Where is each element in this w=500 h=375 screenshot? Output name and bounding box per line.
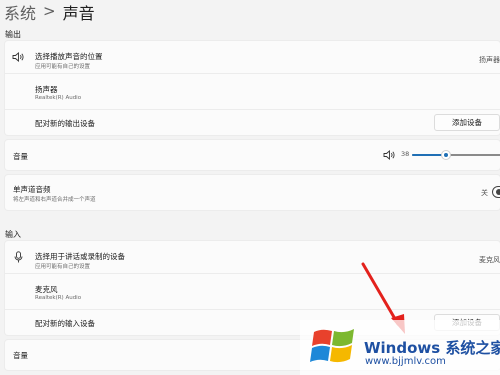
input-selector-title: 选择用于讲话或录制的设备 bbox=[35, 252, 125, 261]
input-section-label: 输入 bbox=[5, 230, 21, 239]
input-device-selector[interactable]: 选择用于讲话或录制的设备 应用可能有自己的设置 麦克风 bbox=[5, 241, 500, 273]
watermark-url: www.bjjmlv.com bbox=[365, 356, 446, 367]
input-selector-subtitle: 应用可能有自己的设置 bbox=[35, 264, 91, 270]
speaker-icon bbox=[12, 52, 24, 62]
input-device-microphone[interactable]: 麦克风 Realtek(R) Audio bbox=[5, 274, 500, 309]
microphone-icon bbox=[14, 251, 23, 263]
output-selector-title: 选择播放声音的位置 bbox=[35, 52, 103, 61]
breadcrumb-separator: > bbox=[43, 2, 56, 20]
windows-logo-icon bbox=[310, 329, 354, 363]
pair-input-label: 配对新的输入设备 bbox=[35, 319, 95, 328]
add-output-device-button[interactable]: 添加设备 bbox=[434, 114, 500, 131]
output-selector-subtitle: 应用可能有自己的设置 bbox=[35, 64, 91, 70]
output-device-selector[interactable]: 选择播放声音的位置 应用可能有自己的设置 扬声器 bbox=[5, 41, 500, 73]
pair-output-row: 配对新的输出设备 添加设备 bbox=[5, 110, 500, 135]
mono-audio-toggle[interactable] bbox=[492, 186, 500, 198]
input-volume-label: 音量 bbox=[13, 351, 28, 360]
output-volume-value: 38 bbox=[401, 150, 410, 158]
mono-audio-state: 关 bbox=[481, 189, 488, 197]
mono-audio-card: 单声道音频 将左声道和右声道合并成一个声道 关 bbox=[5, 175, 500, 210]
output-section-label: 输出 bbox=[5, 30, 21, 39]
watermark-brand: Windows 系统之家 bbox=[364, 339, 500, 357]
breadcrumb-root-system[interactable]: 系统 bbox=[4, 0, 36, 24]
input-device-detail: Realtek(R) Audio bbox=[35, 295, 82, 301]
output-devices-card: 选择播放声音的位置 应用可能有自己的设置 扬声器 扬声器 Realtek(R) … bbox=[5, 41, 500, 135]
volume-slider-fill bbox=[412, 154, 446, 156]
breadcrumb: 系统 > 声音 bbox=[4, 0, 95, 24]
output-device-speaker[interactable]: 扬声器 Realtek(R) Audio bbox=[5, 74, 500, 109]
mono-audio-subtitle: 将左声道和右声道合并成一个声道 bbox=[13, 197, 96, 203]
input-selector-value: 麦克风 bbox=[479, 256, 500, 264]
output-device-detail: Realtek(R) Audio bbox=[35, 95, 82, 101]
output-volume-label: 音量 bbox=[13, 152, 28, 161]
mono-audio-title: 单声道音频 bbox=[13, 185, 51, 194]
input-device-name: 麦克风 bbox=[35, 285, 58, 294]
output-selector-value: 扬声器 bbox=[479, 56, 500, 64]
volume-icon[interactable] bbox=[383, 150, 395, 160]
volume-slider-thumb[interactable] bbox=[442, 151, 450, 159]
pair-output-label: 配对新的输出设备 bbox=[35, 119, 95, 128]
output-device-name: 扬声器 bbox=[35, 85, 58, 94]
output-volume-card: 音量 38 bbox=[5, 140, 500, 170]
page-title: 声音 bbox=[62, 4, 95, 23]
